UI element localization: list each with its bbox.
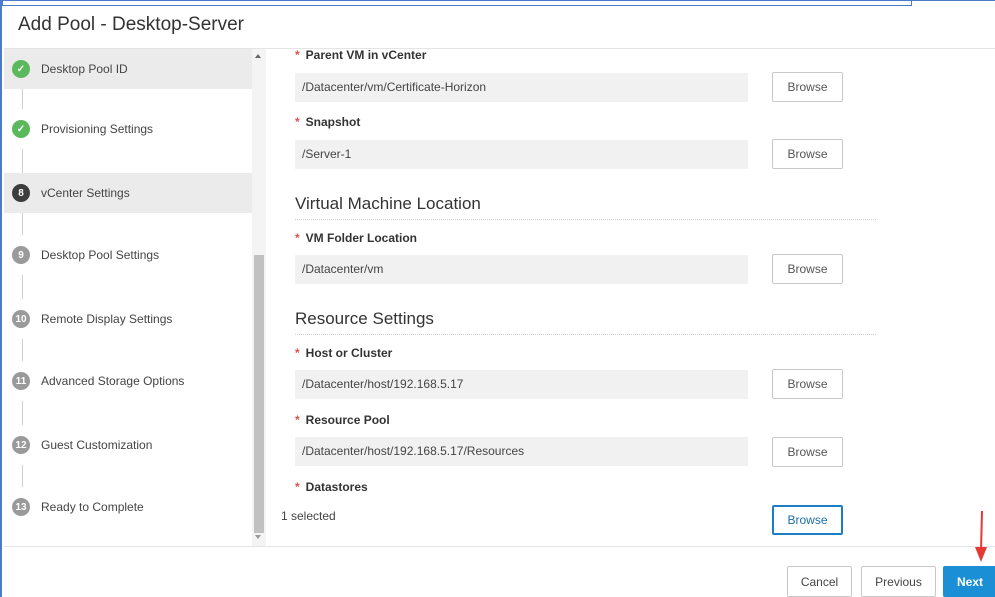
datastores-label: * Datastores xyxy=(295,480,368,494)
top-input-strip xyxy=(2,1,912,6)
sidebar-item-label: Guest Customization xyxy=(41,438,153,452)
step-connector xyxy=(22,149,23,173)
step-connector xyxy=(22,339,23,361)
checkmark-icon: ✓ xyxy=(12,120,30,138)
red-arrow-icon xyxy=(975,511,987,562)
parent-vm-field[interactable]: /Datacenter/vm/Certificate-Horizon xyxy=(295,73,748,102)
sidebar-item-desktop-pool-id[interactable]: ✓ Desktop Pool ID xyxy=(4,49,252,89)
vm-folder-browse-button[interactable]: Browse xyxy=(772,254,843,284)
scroll-down-arrow-icon[interactable] xyxy=(255,535,261,539)
step-number-badge: 9 xyxy=(12,246,30,264)
step-connector xyxy=(22,465,23,487)
resource-settings-section-title: Resource Settings xyxy=(295,309,434,328)
section-divider xyxy=(295,334,876,335)
step-connector xyxy=(22,213,23,235)
previous-button[interactable]: Previous xyxy=(861,566,936,597)
sidebar-scrollbar[interactable] xyxy=(252,49,266,546)
datastores-value: 1 selected xyxy=(281,509,336,523)
snapshot-browse-button[interactable]: Browse xyxy=(772,139,843,169)
step-number-badge: 12 xyxy=(12,436,30,454)
required-marker: * xyxy=(295,115,300,129)
parent-vm-browse-button[interactable]: Browse xyxy=(772,72,843,102)
dialog-window: Add Pool - Desktop-Server ✓ Desktop Pool… xyxy=(0,0,995,597)
step-number-badge: 8 xyxy=(12,184,30,202)
resource-pool-label: * Resource Pool xyxy=(295,413,390,427)
sidebar-item-label: Ready to Complete xyxy=(41,500,144,514)
sidebar-item-label: Provisioning Settings xyxy=(41,122,154,136)
sidebar-item-label: Desktop Pool ID xyxy=(41,62,128,76)
vcenter-settings-form: * Parent VM in vCenter /Datacenter/vm/Cer… xyxy=(266,49,995,546)
step-connector xyxy=(22,275,23,299)
required-marker: * xyxy=(295,346,300,360)
sidebar-item-advanced-storage-options[interactable]: 11 Advanced Storage Options xyxy=(4,361,252,401)
step-connector xyxy=(22,89,23,109)
sidebar-item-vcenter-settings[interactable]: 8 vCenter Settings xyxy=(4,173,252,213)
scrollbar-thumb[interactable] xyxy=(254,255,264,533)
sidebar-item-ready-to-complete[interactable]: 13 Ready to Complete xyxy=(4,487,252,527)
resource-pool-browse-button[interactable]: Browse xyxy=(772,437,843,467)
sidebar-item-guest-customization[interactable]: 12 Guest Customization xyxy=(4,425,252,465)
sidebar-item-remote-display-settings[interactable]: 10 Remote Display Settings xyxy=(4,299,252,339)
host-cluster-field[interactable]: /Datacenter/host/192.168.5.17 xyxy=(295,370,748,399)
scroll-up-arrow-icon[interactable] xyxy=(255,54,261,58)
sidebar-item-label: Desktop Pool Settings xyxy=(41,248,160,262)
checkmark-icon: ✓ xyxy=(12,60,30,78)
sidebar-item-desktop-pool-settings[interactable]: 9 Desktop Pool Settings xyxy=(4,235,252,275)
section-divider xyxy=(295,219,876,220)
required-marker: * xyxy=(295,413,300,427)
footer-divider xyxy=(4,546,995,547)
cancel-button[interactable]: Cancel xyxy=(787,566,852,597)
sidebar-item-label: Remote Display Settings xyxy=(41,312,173,326)
wizard-steps-sidebar: ✓ Desktop Pool ID ✓ Provisioning Setting… xyxy=(4,49,266,546)
step-connector xyxy=(22,401,23,425)
step-number-badge: 11 xyxy=(12,372,30,390)
vm-location-section-title: Virtual Machine Location xyxy=(295,194,481,213)
sidebar-item-label: Advanced Storage Options xyxy=(41,374,185,388)
next-button[interactable]: Next xyxy=(943,566,995,597)
required-marker: * xyxy=(295,49,300,62)
vm-folder-field[interactable]: /Datacenter/vm xyxy=(295,255,748,284)
required-marker: * xyxy=(295,480,300,494)
step-number-badge: 13 xyxy=(12,498,30,516)
snapshot-field[interactable]: /Server-1 xyxy=(295,140,748,169)
host-cluster-browse-button[interactable]: Browse xyxy=(772,369,843,399)
resource-pool-field[interactable]: /Datacenter/host/192.168.5.17/Resources xyxy=(295,437,748,466)
step-number-badge: 10 xyxy=(12,310,30,328)
snapshot-label: * Snapshot xyxy=(295,115,361,129)
sidebar-item-provisioning-settings[interactable]: ✓ Provisioning Settings xyxy=(4,109,252,149)
datastores-browse-button[interactable]: Browse xyxy=(772,505,843,535)
vm-folder-label: * VM Folder Location xyxy=(295,231,418,245)
parent-vm-label: * Parent VM in vCenter xyxy=(295,49,427,62)
sidebar-item-label: vCenter Settings xyxy=(41,186,130,200)
host-cluster-label: * Host or Cluster xyxy=(295,346,393,360)
required-marker: * xyxy=(295,231,300,245)
dialog-title: Add Pool - Desktop-Server xyxy=(18,14,244,35)
